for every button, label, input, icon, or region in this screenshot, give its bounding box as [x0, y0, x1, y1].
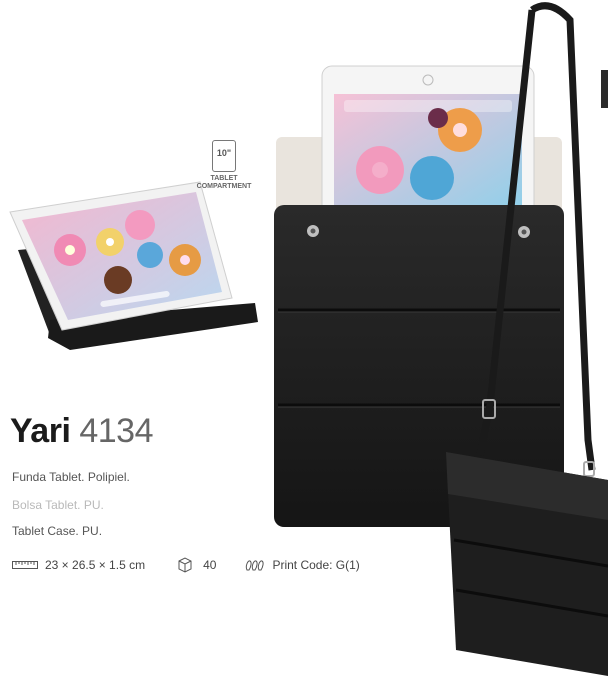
tablet-compartment-badge: 10" TABLET COMPARTMENT	[196, 140, 252, 191]
product-name: Yari	[10, 412, 71, 450]
badge-line2: COMPARTMENT	[196, 183, 252, 190]
print-icon	[246, 560, 265, 571]
product-code: 4134	[79, 412, 153, 450]
tablet-icon: 10"	[212, 140, 236, 172]
description-en: Tablet Case. PU.	[12, 524, 103, 538]
quantity-value: 40	[203, 558, 217, 572]
badge-line1: TABLET	[210, 175, 238, 182]
ruler-icon	[12, 561, 38, 569]
case-product-image	[274, 2, 608, 676]
specs-row: 23 × 26.5 × 1.5 cm 40 Print Code: G(1)	[12, 557, 360, 573]
description-es: Funda Tablet. Polipiel.	[12, 470, 130, 484]
badge-size: 10"	[216, 148, 232, 158]
dimensions-value: 23 × 26.5 × 1.5 cm	[45, 558, 146, 572]
spec-quantity: 40	[177, 557, 216, 573]
product-title: Yari 4134	[10, 412, 153, 451]
description-pt: Bolsa Tablet. PU.	[12, 498, 104, 512]
print-code-value: Print Code: G(1)	[272, 558, 360, 572]
box-icon	[178, 557, 192, 573]
spec-print-code: Print Code: G(1)	[244, 558, 360, 572]
spec-dimensions: 23 × 26.5 × 1.5 cm	[12, 558, 145, 572]
page-edge-tab	[601, 70, 608, 108]
tablet-stand-image	[9, 181, 258, 350]
